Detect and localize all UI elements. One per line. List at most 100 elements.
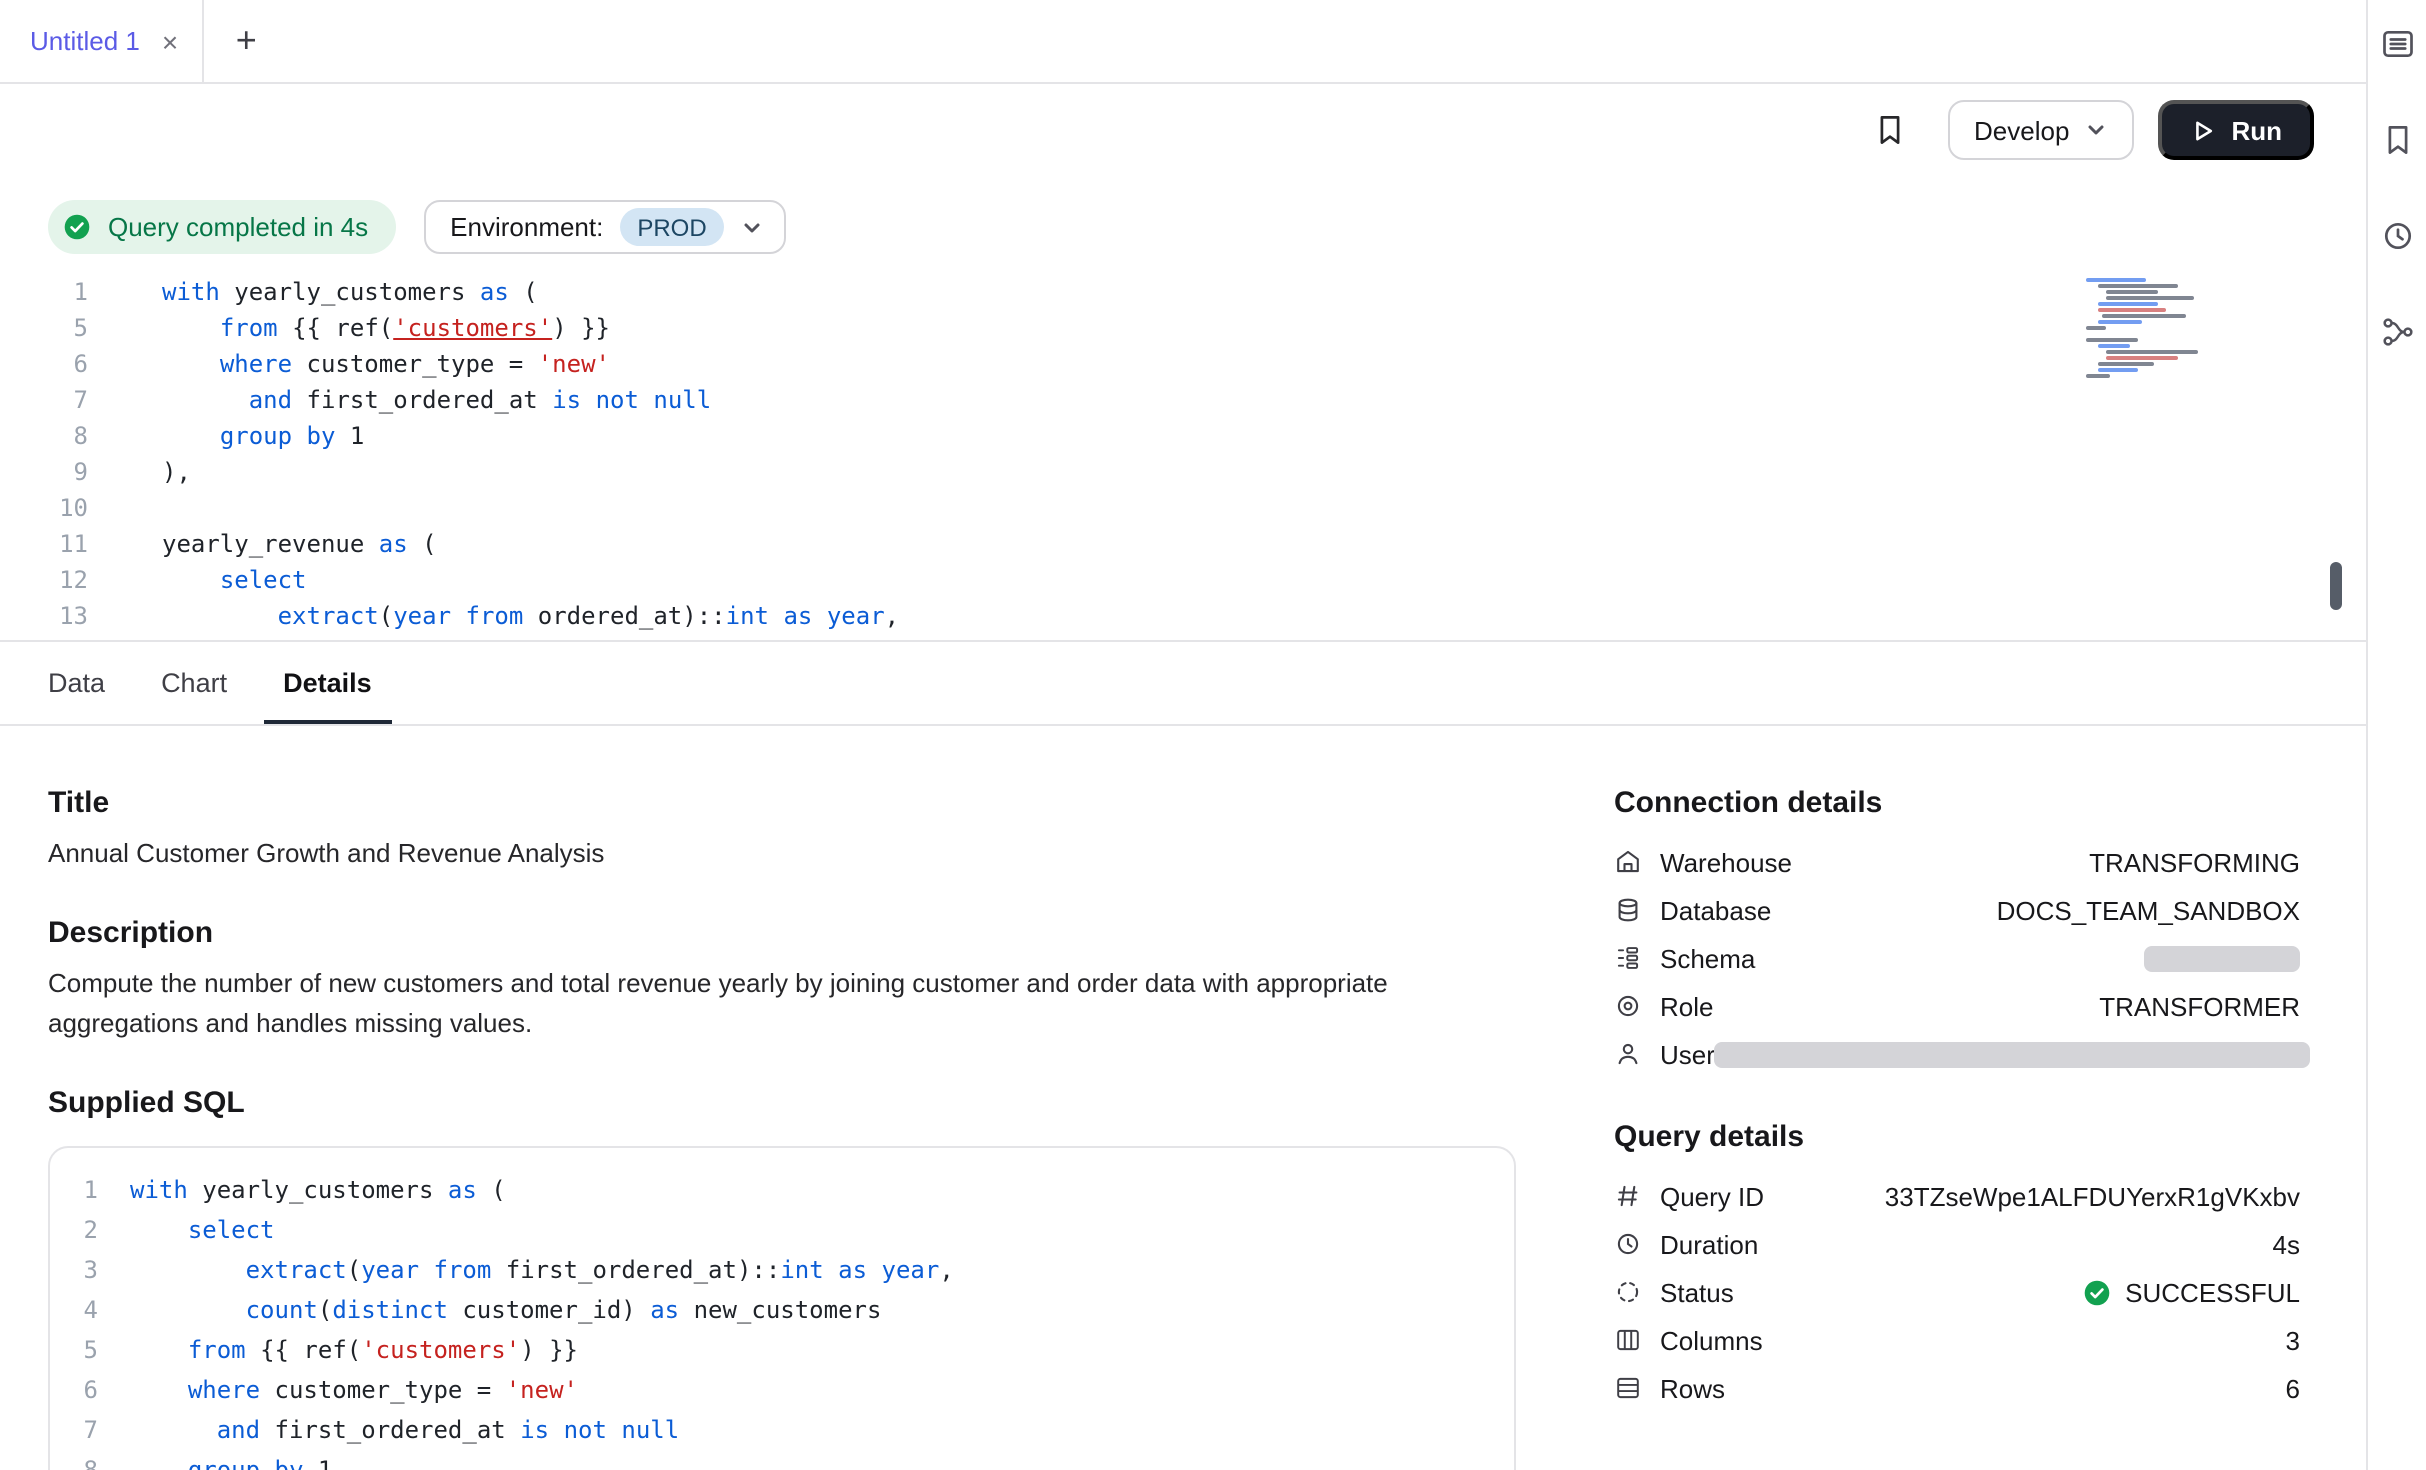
code-line: 2 select (66, 1210, 1514, 1250)
hash-icon (1614, 1182, 1642, 1210)
editor-minimap (2086, 278, 2202, 380)
code-text: where customer_type = 'new' (162, 346, 610, 382)
line-number: 1 (0, 274, 88, 310)
queue-list-icon[interactable] (2379, 26, 2415, 62)
history-icon[interactable] (2379, 218, 2415, 254)
check-circle-icon (62, 212, 92, 242)
detail-label: Status (1660, 1277, 1734, 1307)
sql-editor[interactable]: 1 with yearly_customers as (5 from {{ ref… (0, 274, 2366, 640)
detail-label: Database (1660, 895, 1771, 925)
line-number: 5 (66, 1330, 98, 1370)
chevron-down-icon (741, 215, 765, 239)
redacted-value (2144, 945, 2300, 971)
code-text: yearly_revenue as ( (162, 526, 437, 562)
line-number: 4 (66, 1290, 98, 1330)
supplied-sql-block: 1with yearly_customers as (2 select3 ext… (48, 1146, 1516, 1470)
tab-untitled-1[interactable]: Untitled 1 × (0, 0, 204, 82)
run-button[interactable]: Run (2157, 100, 2314, 160)
line-number: 2 (66, 1210, 98, 1250)
results-panel: DataChartDetails Title Annual Customer G… (0, 640, 2366, 1470)
play-icon (2189, 117, 2215, 143)
results-tab-details[interactable]: Details (263, 642, 392, 724)
code-text: with yearly_customers as ( (130, 1170, 506, 1210)
code-text: with yearly_customers as ( (162, 274, 538, 310)
results-tab-bar: DataChartDetails (0, 642, 2366, 726)
toolbar: Develop Run (0, 84, 2366, 176)
chevron-down-icon (2083, 118, 2107, 142)
lineage-icon[interactable] (2379, 314, 2415, 350)
code-text: select (130, 1210, 275, 1250)
detail-row-role: RoleTRANSFORMER (1614, 982, 2300, 1030)
code-text: from {{ ref('customers') }} (130, 1330, 578, 1370)
new-tab-button[interactable]: + (204, 0, 288, 82)
code-line: 5 from {{ ref('customers') }} (66, 1330, 1514, 1370)
code-text: group by 1 (130, 1450, 332, 1470)
detail-value: TRANSFORMER (2099, 991, 2300, 1021)
query-details-heading: Query details (1614, 1120, 2300, 1154)
rows-icon (1614, 1374, 1642, 1402)
bookmark-icon[interactable] (2379, 122, 2415, 158)
code-line: 7 and first_ordered_at is not null (0, 382, 2366, 418)
code-text: and first_ordered_at is not null (130, 1410, 679, 1450)
line-number: 7 (66, 1410, 98, 1450)
query-status-pill: Query completed in 4s (48, 200, 396, 254)
database-icon (1614, 896, 1642, 924)
bookmark-icon[interactable] (1872, 112, 1908, 148)
detail-label: Duration (1660, 1229, 1758, 1259)
code-text: ), (162, 454, 191, 490)
line-number: 6 (0, 346, 88, 382)
code-line: 6 where customer_type = 'new' (0, 346, 2366, 382)
detail-row-query-id: Query ID33TZseWpe1ALFDUYerxR1gVKxbv (1614, 1172, 2300, 1220)
line-number: 3 (66, 1250, 98, 1290)
line-number: 7 (0, 382, 88, 418)
environment-selector[interactable]: Environment: PROD (424, 200, 787, 254)
develop-button[interactable]: Develop (1948, 100, 2133, 160)
code-line: 1 with yearly_customers as ( (0, 274, 2366, 310)
code-line: 10 (0, 490, 2366, 526)
line-number: 1 (66, 1170, 98, 1210)
develop-label: Develop (1974, 115, 2069, 145)
results-tab-data[interactable]: Data (28, 642, 125, 724)
results-tab-chart[interactable]: Chart (141, 642, 247, 724)
details-left-column: Title Annual Customer Growth and Revenue… (48, 786, 1516, 1470)
close-tab-icon[interactable]: × (162, 27, 178, 55)
detail-value: 4s (2273, 1229, 2300, 1259)
code-line: 9), (0, 454, 2366, 490)
code-line: 7 and first_ordered_at is not null (66, 1410, 1514, 1450)
line-number: 12 (0, 562, 88, 598)
run-label: Run (2231, 115, 2282, 145)
supplied-sql-heading: Supplied SQL (48, 1086, 1516, 1120)
editor-lines: 1 with yearly_customers as (5 from {{ ref… (0, 274, 2366, 634)
clock-icon (1614, 1230, 1642, 1258)
detail-row-rows: Rows6 (1614, 1364, 2300, 1412)
check-circle-icon (2081, 1277, 2111, 1307)
code-line: 8 group by 1 (0, 418, 2366, 454)
connection-details-rows: WarehouseTRANSFORMINGDatabaseDOCS_TEAM_S… (1614, 838, 2300, 1078)
query-status-text: Query completed in 4s (108, 212, 368, 242)
detail-label: User (1660, 1039, 1715, 1069)
code-line: 11 yearly_revenue as ( (0, 526, 2366, 562)
code-line: 6 where customer_type = 'new' (66, 1370, 1514, 1410)
tab-label: Untitled 1 (30, 26, 140, 56)
code-text: where customer_type = 'new' (130, 1370, 578, 1410)
line-number: 5 (0, 310, 88, 346)
schema-icon (1614, 944, 1642, 972)
app-root: Untitled 1 × + Develop Run (0, 0, 2426, 1470)
environment-label: Environment: (450, 212, 603, 242)
detail-label: Query ID (1660, 1181, 1764, 1211)
code-text: extract(year from ordered_at)::int as ye… (162, 598, 899, 634)
line-number: 11 (0, 526, 88, 562)
code-line: 8 group by 1 (66, 1450, 1514, 1470)
detail-value: SUCCESSFUL (2081, 1277, 2300, 1307)
user-icon (1614, 1040, 1642, 1068)
editor-scrollbar-thumb[interactable] (2330, 562, 2342, 610)
detail-row-database: DatabaseDOCS_TEAM_SANDBOX (1614, 886, 2300, 934)
status-row: Query completed in 4s Environment: PROD (48, 200, 2366, 254)
detail-label: Warehouse (1660, 847, 1792, 877)
code-line: 5 from {{ ref('customers') }} (0, 310, 2366, 346)
line-number: 8 (0, 418, 88, 454)
environment-badge: PROD (619, 208, 724, 246)
code-line: 12 select (0, 562, 2366, 598)
editor-tab-bar: Untitled 1 × + (0, 0, 2366, 84)
detail-row-user: User (1614, 1030, 2300, 1078)
